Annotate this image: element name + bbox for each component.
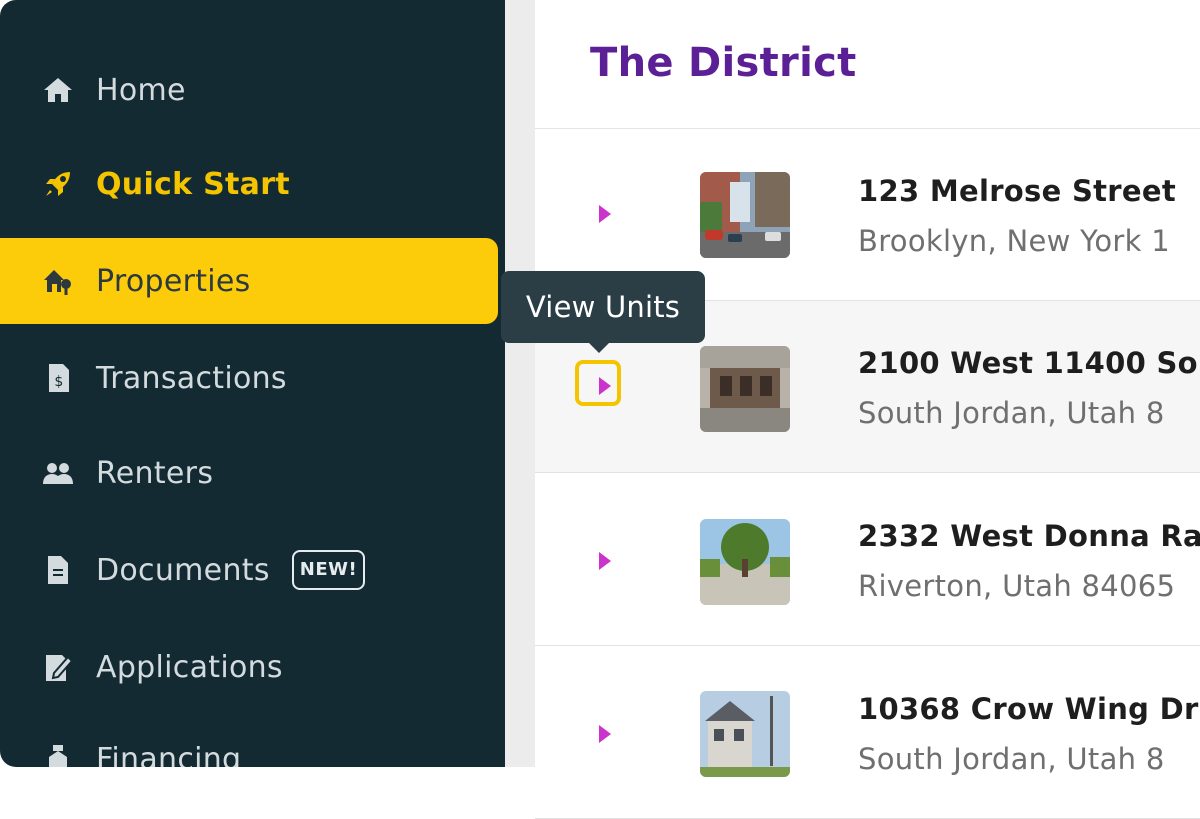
property-row[interactable]: 10368 Crow Wing Dr South Jordan, Utah 8 — [535, 647, 1200, 819]
property-city: Brooklyn, New York 1 — [858, 224, 1170, 258]
sidebar-item-documents[interactable]: Documents NEW! — [0, 527, 498, 613]
property-thumbnail[interactable] — [700, 346, 790, 432]
page-title: The District — [590, 40, 857, 86]
sidebar-item-label: Home — [96, 72, 186, 108]
property-street: 10368 Crow Wing Dr — [858, 692, 1199, 726]
property-city: South Jordan, Utah 8 — [858, 742, 1165, 776]
sidebar-item-quick-start[interactable]: Quick Start — [0, 141, 498, 227]
property-thumbnail[interactable] — [700, 172, 790, 258]
new-badge: NEW! — [291, 550, 366, 590]
sidebar-item-financing[interactable]: Financing — [0, 716, 498, 767]
property-thumbnail[interactable] — [700, 519, 790, 605]
property-city: South Jordan, Utah 8 — [858, 396, 1165, 430]
property-street: 123 Melrose Street — [858, 174, 1176, 208]
sidebar-item-label: Transactions — [96, 360, 287, 396]
property-city: Riverton, Utah 84065 — [858, 569, 1176, 603]
sidebar-item-label: Quick Start — [96, 166, 290, 202]
home-icon — [40, 72, 76, 108]
sidebar-item-label: Renters — [96, 455, 214, 491]
rocket-icon — [40, 166, 76, 202]
sidebar-item-label: Applications — [96, 649, 283, 685]
sidebar-item-applications[interactable]: Applications — [0, 624, 498, 710]
sidebar-item-properties[interactable]: Properties — [0, 238, 498, 324]
expand-caret-icon[interactable] — [595, 722, 615, 746]
view-units-tooltip: View Units — [501, 271, 705, 343]
sidebar-item-label: Financing — [96, 741, 242, 768]
property-thumbnail[interactable] — [700, 691, 790, 777]
sidebar-item-home[interactable]: Home — [0, 47, 498, 133]
expand-caret-icon[interactable] — [595, 549, 615, 573]
expand-caret-icon[interactable] — [595, 202, 615, 226]
document-icon — [40, 552, 76, 588]
svg-text:$: $ — [54, 374, 63, 390]
sidebar-item-renters[interactable]: Renters — [0, 430, 498, 516]
applications-icon — [40, 649, 76, 685]
property-row[interactable]: 2332 West Donna Ra Riverton, Utah 84065 — [535, 474, 1200, 646]
tooltip-arrow — [589, 343, 609, 353]
focus-highlight — [575, 360, 621, 406]
layout-gutter — [505, 0, 535, 767]
sidebar-item-label: Properties — [96, 263, 251, 299]
renters-icon — [40, 455, 76, 491]
tooltip-text: View Units — [525, 290, 681, 324]
property-street: 2100 West 11400 Sou — [858, 346, 1200, 380]
financing-icon — [40, 741, 76, 767]
properties-icon — [40, 263, 76, 299]
sidebar-item-transactions[interactable]: $ Transactions — [0, 335, 498, 421]
property-street: 2332 West Donna Ra — [858, 519, 1200, 553]
sidebar: Home Quick Start Properties $ Transactio… — [0, 0, 505, 767]
properties-panel: The District 123 Melrose Street Brooklyn… — [535, 4, 1200, 819]
sidebar-item-label: Documents — [96, 552, 270, 588]
transactions-icon: $ — [40, 360, 76, 396]
